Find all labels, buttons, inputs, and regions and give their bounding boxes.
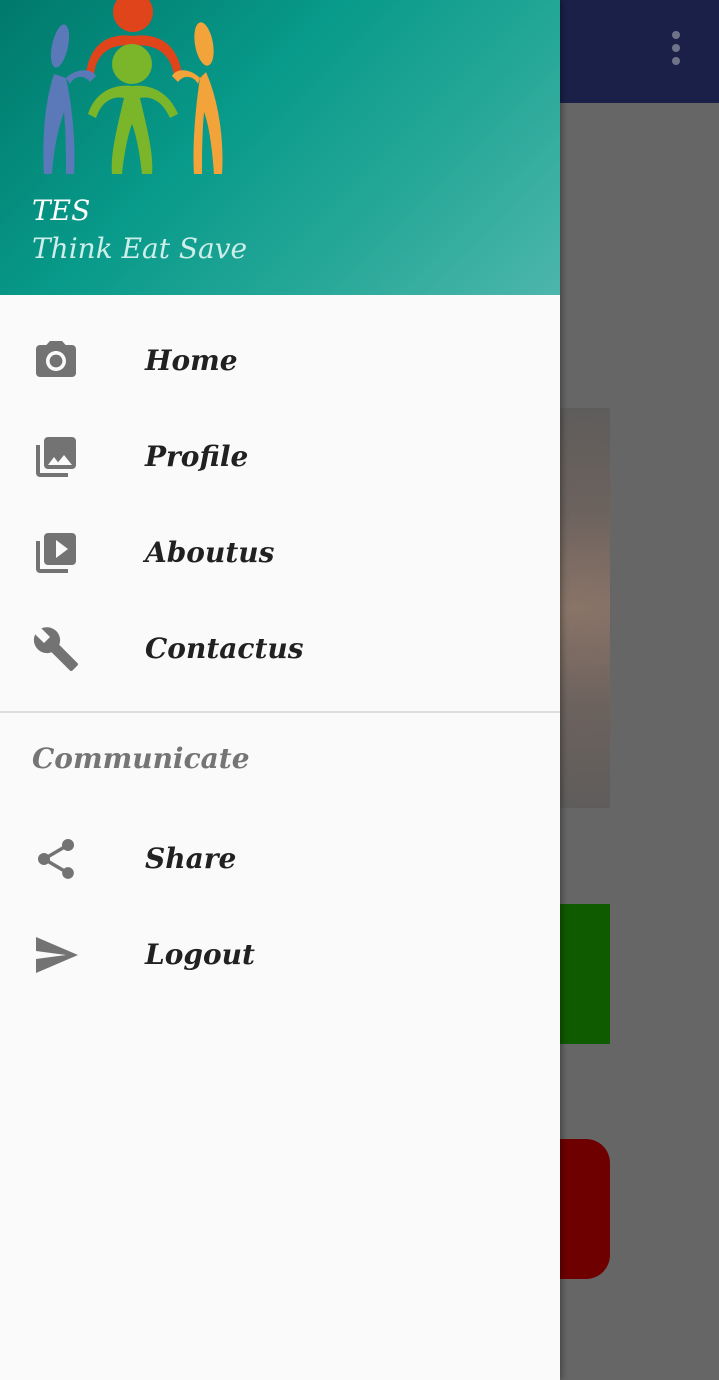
app-subtitle: Think Eat Save <box>32 232 248 265</box>
menu-divider <box>0 711 560 713</box>
people-circle-logo-icon <box>43 0 223 174</box>
menu-item-label: Contactus <box>145 632 304 665</box>
menu-item-home[interactable]: Home <box>0 311 560 407</box>
menu-item-logout[interactable]: Logout <box>0 905 560 1001</box>
send-icon <box>36 937 78 973</box>
wrench-icon <box>33 627 78 671</box>
menu-item-label: Home <box>145 344 238 377</box>
menu-item-label: Share <box>145 842 237 875</box>
menu-item-label: Profile <box>145 440 249 473</box>
menu-item-share[interactable]: Share <box>0 809 560 905</box>
camera-icon <box>36 341 76 377</box>
communicate-section-title: Communicate <box>32 742 250 775</box>
menu-item-contactus[interactable]: Contactus <box>0 599 560 695</box>
menu-item-profile[interactable]: Profile <box>0 407 560 503</box>
menu-item-label: Aboutus <box>145 536 275 569</box>
drawer-header: TES Think Eat Save <box>0 0 560 295</box>
gallery-icon <box>36 437 76 477</box>
share-icon <box>38 839 74 879</box>
overflow-menu-icon[interactable] <box>666 28 686 68</box>
slideshow-icon <box>36 533 76 573</box>
app-title: TES <box>32 194 91 227</box>
menu-item-label: Logout <box>145 938 255 971</box>
navigation-drawer: TES Think Eat Save Home Profile Aboutus … <box>0 0 560 1380</box>
menu-item-aboutus[interactable]: Aboutus <box>0 503 560 599</box>
